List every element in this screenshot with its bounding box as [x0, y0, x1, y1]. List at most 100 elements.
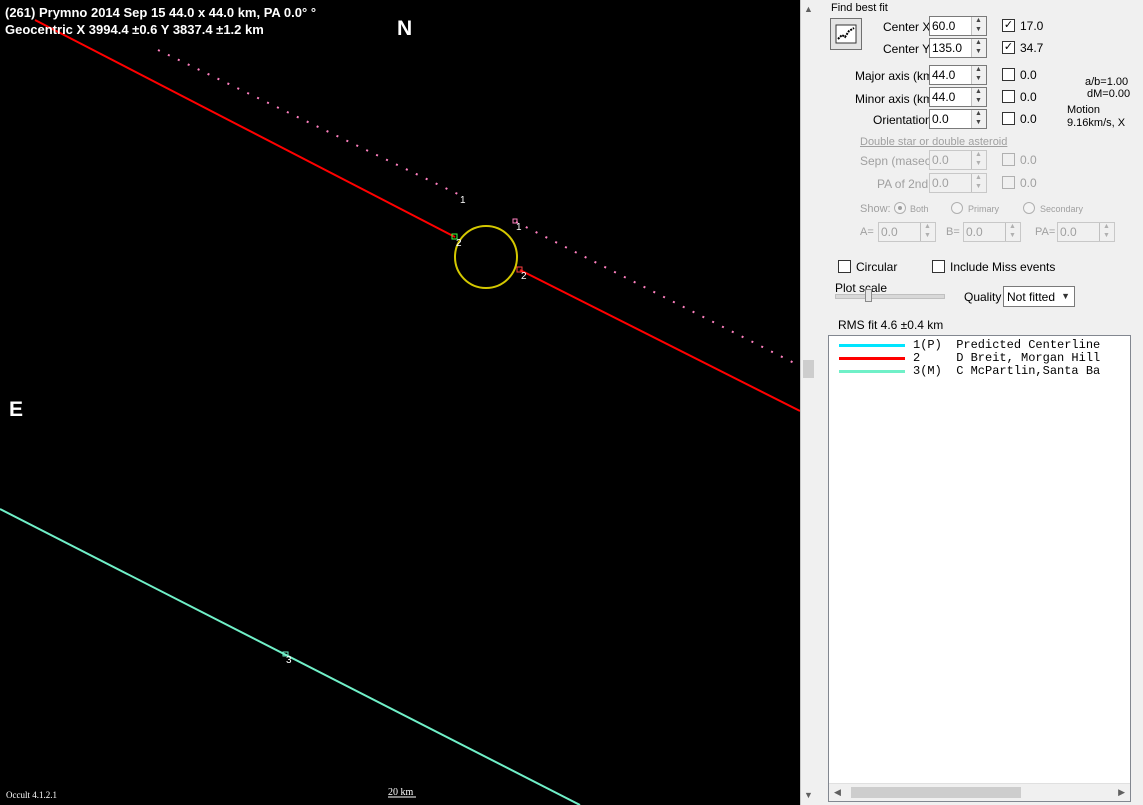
spin-down-icon[interactable]: ▼: [975, 183, 982, 190]
find-best-fit-label: Find best fit: [831, 2, 888, 14]
legend-horizontal-scrollbar[interactable]: ◀ ▶: [829, 783, 1130, 801]
fit-chart-icon: [835, 24, 857, 44]
spin-down-icon[interactable]: ▼: [975, 26, 982, 33]
plot-scale-slider[interactable]: [835, 294, 945, 299]
show-primary-radio[interactable]: [951, 202, 963, 214]
plot-header-title: (261) Prymno 2014 Sep 15 44.0 x 44.0 km,…: [5, 5, 317, 20]
spin-up-icon[interactable]: ▲: [924, 223, 931, 230]
spin-up-icon[interactable]: ▲: [975, 39, 982, 46]
sepn-input[interactable]: 0.0 ▲ ▼: [929, 150, 987, 170]
spin-up-icon[interactable]: ▲: [1009, 223, 1016, 230]
minor-axis-input[interactable]: 44.0 ▲ ▼: [929, 87, 987, 107]
center-x-input[interactable]: 60.0 ▲ ▼: [929, 16, 987, 36]
chord-label-1a: 1: [460, 195, 466, 206]
scroll-right-icon[interactable]: ▶: [1118, 787, 1125, 798]
dotted-path-lower: [515, 221, 800, 367]
spin-up-icon[interactable]: ▲: [975, 66, 982, 73]
scroll-thumb[interactable]: [803, 360, 814, 378]
b-label: B=: [946, 226, 960, 238]
spin-down-icon[interactable]: ▼: [924, 232, 931, 239]
fit-panel: Find best fit Center X 60.0 ▲ ▼ ✓ 17.0 Ce…: [817, 0, 1143, 805]
minor-axis-checkbox[interactable]: [1002, 90, 1015, 103]
plot-canvas[interactable]: (261) Prymno 2014 Sep 15 44.0 x 44.0 km,…: [0, 0, 800, 805]
legend-scroll-thumb[interactable]: [851, 787, 1021, 798]
dm-value: dM=0.00: [1087, 88, 1131, 100]
asteroid-profile-ellipse: [454, 225, 518, 289]
spin-up-icon[interactable]: ▲: [975, 110, 982, 117]
show-secondary-radio[interactable]: [1023, 202, 1035, 214]
east-label: E: [9, 398, 24, 421]
dotted-path-upper: [157, 49, 463, 197]
spin-down-icon[interactable]: ▼: [975, 97, 982, 104]
center-y-input[interactable]: 135.0 ▲ ▼: [929, 38, 987, 58]
spin-down-icon[interactable]: ▼: [1009, 232, 1016, 239]
scroll-up-icon[interactable]: ▲: [804, 4, 813, 14]
major-axis-checkbox[interactable]: [1002, 68, 1015, 81]
b-input[interactable]: 0.0 ▲ ▼: [963, 222, 1021, 242]
show-secondary-label: Secondary: [1040, 204, 1084, 214]
quality-label: Quality: [964, 290, 1002, 304]
spin-down-icon[interactable]: ▼: [1103, 232, 1110, 239]
chord-label-2a: 2: [456, 238, 462, 249]
include-miss-checkbox[interactable]: [932, 260, 945, 273]
north-label: N: [397, 17, 413, 40]
minor-axis-fit: 0.0: [1020, 90, 1037, 104]
spin-down-icon[interactable]: ▼: [975, 160, 982, 167]
chevron-down-icon: ▼: [1061, 291, 1070, 301]
spin-down-icon[interactable]: ▼: [975, 119, 982, 126]
major-axis-label: Major axis (km): [855, 69, 938, 83]
minor-axis-label: Minor axis (km): [855, 92, 938, 106]
observer-legend-list[interactable]: 1(P) Predicted Centerline 2 D Breit, Mor…: [828, 335, 1131, 802]
spin-up-icon[interactable]: ▲: [975, 88, 982, 95]
orientation-label: Orientation: [873, 113, 932, 127]
quality-select[interactable]: Not fitted ▼: [1003, 286, 1075, 307]
legend-swatch: [839, 370, 905, 373]
scroll-down-icon[interactable]: ▼: [804, 790, 813, 800]
scroll-left-icon[interactable]: ◀: [834, 787, 841, 798]
sepn-fit: 0.0: [1020, 153, 1037, 167]
plot-svg: [0, 19, 800, 805]
chord-label-1b: 1: [516, 222, 522, 233]
legend-swatch: [839, 344, 905, 347]
orientation-input[interactable]: 0.0 ▲ ▼: [929, 109, 987, 129]
legend-row[interactable]: 3(M) C McPartlin,Santa Ba: [829, 364, 1130, 378]
spin-down-icon[interactable]: ▼: [975, 48, 982, 55]
pa-input[interactable]: 0.0 ▲ ▼: [1057, 222, 1115, 242]
circular-label: Circular: [856, 260, 898, 274]
chord-label-2b: 2: [521, 271, 527, 282]
version-label: Occult 4.1.2.1: [6, 790, 57, 800]
scale-label: 20 km: [388, 787, 414, 798]
major-axis-input[interactable]: 44.0 ▲ ▼: [929, 65, 987, 85]
plot-scale-slider-thumb[interactable]: [865, 289, 872, 302]
orientation-checkbox[interactable]: [1002, 112, 1015, 125]
plot-vertical-scrollbar[interactable]: ▲ ▼: [800, 0, 818, 805]
sepn-checkbox[interactable]: [1002, 153, 1015, 166]
spin-up-icon[interactable]: ▲: [975, 174, 982, 181]
legend-swatch: [839, 357, 905, 360]
center-x-checkbox[interactable]: ✓: [1002, 19, 1015, 32]
center-y-checkbox[interactable]: ✓: [1002, 41, 1015, 54]
a-input[interactable]: 0.0 ▲ ▼: [878, 222, 936, 242]
circular-checkbox[interactable]: [838, 260, 851, 273]
center-y-label: Center Y: [883, 42, 931, 56]
pa2-fit: 0.0: [1020, 176, 1037, 190]
show-both-label: Both: [910, 204, 929, 214]
double-star-label: Double star or double asteroid: [860, 136, 1008, 148]
a-label: A=: [860, 226, 874, 238]
pa2-input[interactable]: 0.0 ▲ ▼: [929, 173, 987, 193]
spin-down-icon[interactable]: ▼: [975, 75, 982, 82]
spin-up-icon[interactable]: ▲: [1103, 223, 1110, 230]
pa2-checkbox[interactable]: [1002, 176, 1015, 189]
spin-up-icon[interactable]: ▲: [975, 17, 982, 24]
center-x-label: Center X: [883, 20, 931, 34]
ab-ratio: a/b=1.00: [1085, 76, 1129, 88]
center-x-fit: 17.0: [1020, 19, 1044, 33]
rms-fit-label: RMS fit 4.6 ±0.4 km: [838, 318, 944, 332]
spin-up-icon[interactable]: ▲: [975, 151, 982, 158]
show-both-radio[interactable]: [894, 202, 906, 214]
include-miss-label: Include Miss events: [950, 260, 1056, 274]
legend-text: 3(M) C McPartlin,Santa Ba: [913, 364, 1101, 378]
find-best-fit-button[interactable]: [830, 18, 862, 50]
major-axis-fit: 0.0: [1020, 68, 1037, 82]
sepn-label: Sepn (masec): [860, 154, 935, 168]
